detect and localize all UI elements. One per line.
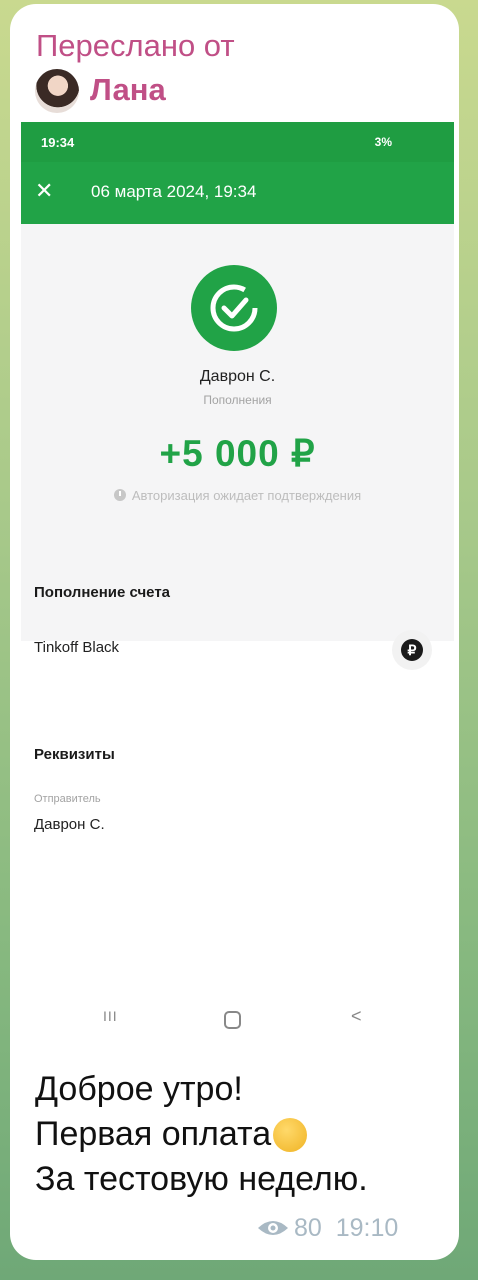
views-eye-icon (258, 1221, 288, 1235)
operation-category: Пополнения (203, 393, 272, 407)
forwarded-from-name[interactable]: Лана (90, 72, 166, 108)
phone-nav-bar: III < (21, 1002, 454, 1042)
requisites-section-title: Реквизиты (34, 746, 115, 763)
ruble-icon: ₽ (392, 630, 432, 670)
operation-amount: +5 000 ₽ (159, 433, 316, 474)
message-line: Доброе утро! (35, 1070, 243, 1108)
operation-date: 06 марта 2024, 19:34 (91, 182, 257, 201)
message-line: За тестовую неделю. (35, 1160, 368, 1198)
ok-hand-emoji-icon (273, 1118, 308, 1152)
avatar[interactable] (35, 69, 79, 113)
home-icon (224, 1011, 241, 1029)
recent-apps-icon: III (103, 1008, 118, 1024)
message-line-with-emoji: Первая оплата (35, 1112, 368, 1157)
account-name: Tinkoff Black (34, 639, 120, 656)
views-count: 80 (294, 1214, 322, 1242)
clock-icon (113, 489, 126, 501)
check-icon (191, 265, 277, 351)
payee-name: Даврон С. (199, 368, 276, 385)
status-time: 19:34 (41, 135, 75, 150)
sender-name: Даврон С. (34, 816, 105, 833)
sender-label: Отправитель (34, 793, 101, 805)
message-text: Доброе утро! Первая оплата За тестовую н… (35, 1067, 368, 1202)
topup-section-title: Пополнение счета (34, 584, 171, 601)
message-meta: 80 19:10 (256, 1214, 398, 1243)
authorization-status-text: Авторизация ожидает подтверждения (131, 488, 362, 503)
operation-header: ✕ 06 марта 2024, 19:34 (21, 162, 454, 224)
bank-screenshot-image[interactable]: 19:34 3% ✕ 06 марта 2024, 19:34 Даврон С… (21, 122, 454, 1052)
phone-status-bar: 19:34 3% (21, 122, 454, 162)
back-icon: < (351, 1006, 362, 1026)
operation-summary: Даврон С. Пополнения +5 000 ₽ Авторизаци… (21, 224, 454, 641)
status-battery: 3% (374, 135, 392, 149)
forwarded-from-label: Переслано от (36, 28, 235, 63)
close-icon: ✕ (35, 178, 54, 203)
authorization-status: Авторизация ожидает подтверждения (21, 488, 454, 503)
message-time: 19:10 (335, 1214, 399, 1242)
